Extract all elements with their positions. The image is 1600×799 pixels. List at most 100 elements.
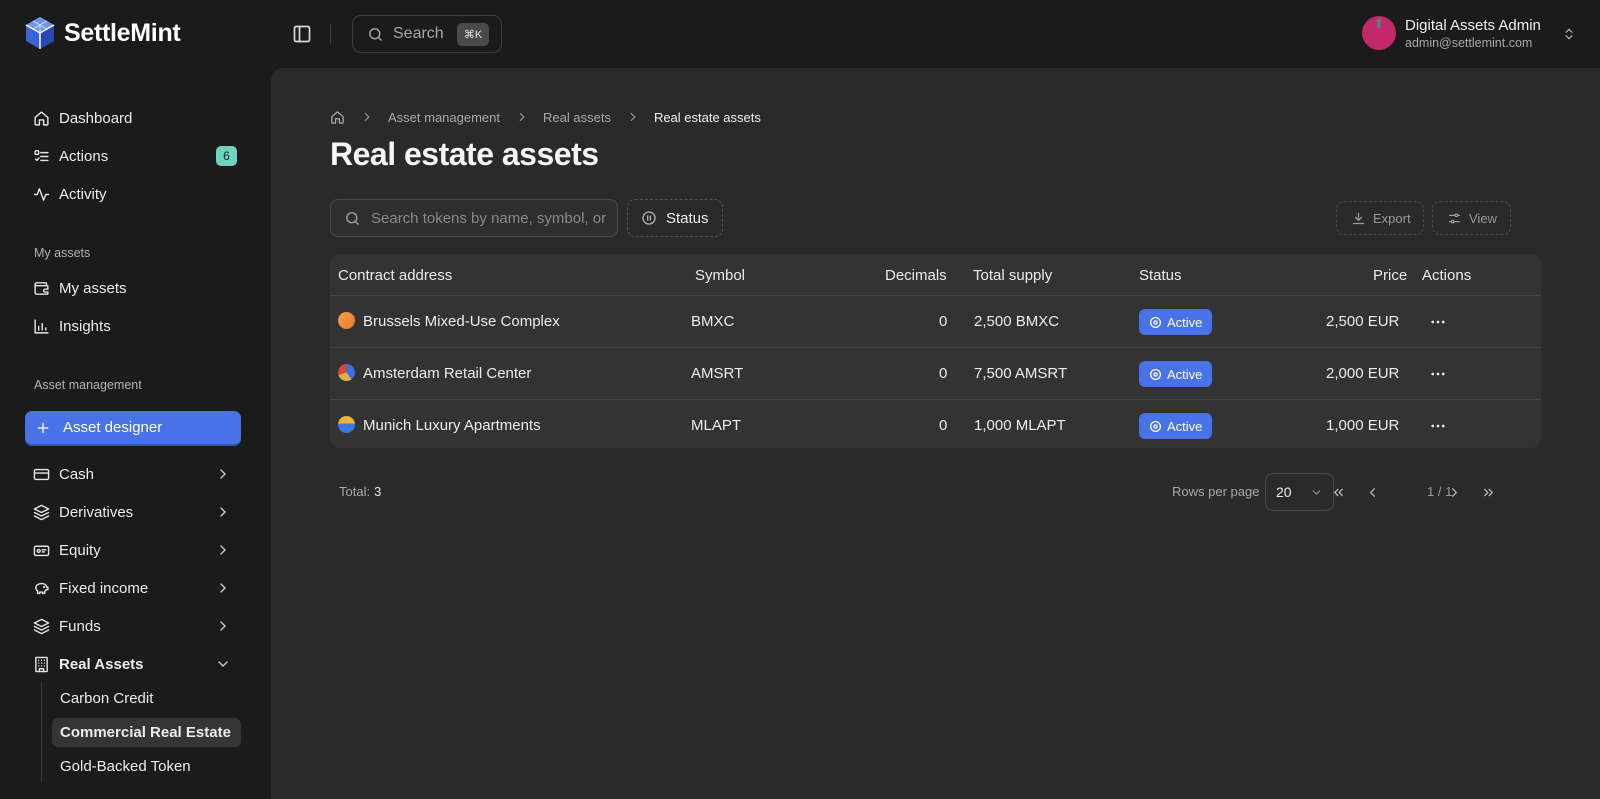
- chevron-right-icon: [630, 112, 636, 122]
- user-name: Digital Assets Admin: [1405, 17, 1541, 34]
- token-search-input[interactable]: [371, 209, 607, 227]
- previous-page-button[interactable]: [1358, 478, 1386, 506]
- circle-dot-icon: [1149, 420, 1162, 432]
- pause-circle-icon: [642, 211, 656, 225]
- section-label-asset-management: Asset management: [34, 378, 142, 392]
- sidebar-item-cash[interactable]: Cash: [25, 457, 241, 491]
- settlemint-logo-icon: [25, 17, 55, 49]
- sidebar-item-label: Real Assets: [59, 655, 144, 673]
- sidebar-item-actions[interactable]: Actions 6: [25, 139, 241, 173]
- circle-dot-icon: [1149, 368, 1162, 380]
- download-icon: [1352, 212, 1365, 224]
- sidebar-item-my-assets[interactable]: My assets: [25, 271, 241, 305]
- rows-per-page-value: 20: [1276, 484, 1292, 500]
- piggy-bank-icon: [35, 582, 49, 594]
- circle-dot-icon: [1149, 316, 1162, 328]
- view-label: View: [1469, 210, 1497, 226]
- table-row[interactable]: Brussels Mixed-Use Complex BMXC 0 2,500 …: [330, 296, 1541, 348]
- cell-symbol: AMSRT: [691, 365, 744, 382]
- cell-name[interactable]: Munich Luxury Apartments: [363, 417, 541, 434]
- token-icon: [338, 312, 355, 329]
- last-page-button[interactable]: [1474, 478, 1502, 506]
- avatar: [1362, 16, 1396, 50]
- total-label: Total:: [339, 484, 371, 499]
- home-icon: [34, 110, 49, 126]
- chevrons-right-icon: [1483, 488, 1493, 496]
- sidebar-item-fixed-income[interactable]: Fixed income: [25, 571, 241, 605]
- asset-designer-label: Asset designer: [63, 419, 163, 436]
- cell-symbol: MLAPT: [691, 417, 742, 434]
- column-header-status[interactable]: Status: [1139, 267, 1182, 284]
- sidebar-subitem-carbon-credit[interactable]: Carbon Credit: [52, 684, 241, 713]
- more-horizontal-icon[interactable]: [1429, 313, 1447, 331]
- sidebar-item-dashboard[interactable]: Dashboard: [25, 101, 241, 135]
- sidebar: SettleMint Dashboard Actions 6 Activity …: [0, 0, 266, 799]
- actions-count-badge: 6: [216, 146, 237, 166]
- cell-price: 1,000 EUR: [1326, 417, 1400, 434]
- column-header-actions: Actions: [1422, 267, 1472, 284]
- next-page-button[interactable]: [1440, 478, 1468, 506]
- chevron-right-icon: [220, 507, 226, 517]
- chevron-down-icon: [218, 661, 228, 667]
- token-icon: [338, 364, 355, 381]
- chevron-down-icon: [1312, 490, 1321, 495]
- cell-symbol: BMXC: [691, 313, 735, 330]
- topbar-divider: [330, 24, 331, 44]
- bar-chart-icon: [34, 318, 49, 334]
- sidebar-item-label: Fixed income: [59, 579, 149, 597]
- global-search-button[interactable]: Search ⌘K: [352, 15, 502, 53]
- logo[interactable]: SettleMint: [24, 16, 181, 50]
- submenu-divider: [41, 682, 42, 782]
- column-header-price[interactable]: Price: [1373, 267, 1407, 284]
- chevrons-left-icon: [1333, 488, 1343, 496]
- column-header-symbol[interactable]: Symbol: [695, 267, 745, 284]
- token-search-field[interactable]: [330, 199, 618, 237]
- sidebar-item-label: Cash: [59, 465, 95, 483]
- more-horizontal-icon[interactable]: [1429, 417, 1447, 435]
- column-header-contract-address[interactable]: Contract address: [338, 267, 452, 284]
- search-icon: [346, 211, 359, 225]
- column-header-decimals[interactable]: Decimals: [885, 267, 947, 284]
- sidebar-subitem-commercial-real-estate[interactable]: Commercial Real Estate: [52, 718, 241, 747]
- sliders-icon: [1448, 213, 1461, 223]
- more-horizontal-icon[interactable]: [1429, 365, 1447, 383]
- layers-icon: [33, 504, 50, 520]
- sidebar-item-real-assets[interactable]: Real Assets: [25, 647, 241, 681]
- table-header: Contract address Symbol Decimals Total s…: [330, 254, 1541, 296]
- cell-name[interactable]: Brussels Mixed-Use Complex: [363, 313, 560, 330]
- home-icon[interactable]: [330, 110, 345, 125]
- sidebar-item-derivatives[interactable]: Derivatives: [25, 495, 241, 529]
- table-row[interactable]: Amsterdam Retail Center AMSRT 0 7,500 AM…: [330, 348, 1541, 400]
- sidebar-item-label: Equity: [59, 541, 101, 559]
- total-value: 3: [374, 484, 382, 499]
- sidebar-item-label: Insights: [59, 317, 111, 335]
- first-page-button[interactable]: [1324, 478, 1352, 506]
- building-icon: [35, 656, 48, 672]
- breadcrumb-real-assets[interactable]: Real assets: [543, 110, 611, 125]
- sidebar-toggle-icon[interactable]: [292, 24, 312, 44]
- sidebar-item-label: Actions: [59, 147, 109, 165]
- search-shortcut-kbd: ⌘K: [457, 23, 489, 46]
- sidebar-item-label: Funds: [59, 617, 101, 635]
- sidebar-item-insights[interactable]: Insights: [25, 309, 241, 343]
- sidebar-item-funds[interactable]: Funds: [25, 609, 241, 643]
- cell-name[interactable]: Amsterdam Retail Center: [363, 365, 531, 382]
- chevron-right-icon: [220, 545, 226, 555]
- view-options-button[interactable]: View: [1432, 201, 1511, 235]
- asset-designer-button[interactable]: Asset designer: [25, 411, 241, 444]
- cell-total-supply: 1,000 MLAPT: [974, 417, 1066, 434]
- table-row[interactable]: Munich Luxury Apartments MLAPT 0 1,000 M…: [330, 400, 1541, 448]
- sidebar-item-activity[interactable]: Activity: [25, 177, 241, 211]
- column-header-total-supply[interactable]: Total supply: [973, 267, 1052, 284]
- cell-decimals: 0: [939, 313, 948, 330]
- cell-price: 2,500 EUR: [1326, 313, 1400, 330]
- status-badge-label: Active: [1167, 366, 1203, 382]
- sidebar-item-equity[interactable]: Equity: [25, 533, 241, 567]
- export-button[interactable]: Export: [1336, 201, 1424, 235]
- sidebar-subitem-gold-backed-token[interactable]: Gold-Backed Token: [52, 752, 241, 781]
- breadcrumb-asset-management[interactable]: Asset management: [388, 110, 500, 125]
- plus-icon: [37, 422, 49, 433]
- status-filter-button[interactable]: Status: [627, 199, 723, 237]
- user-menu[interactable]: Digital Assets Admin admin@settlemint.co…: [1362, 16, 1576, 52]
- sidebar-item-label: My assets: [59, 279, 127, 297]
